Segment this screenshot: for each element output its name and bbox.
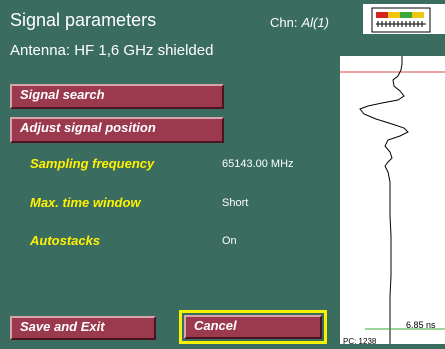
waveform-trace xyxy=(359,56,409,344)
max-time-window-label: Max. time window xyxy=(30,195,141,210)
sampling-frequency-label: Sampling frequency xyxy=(30,156,155,171)
page-title: Signal parameters xyxy=(10,10,157,30)
channel-indicator: Chn: Al(1) xyxy=(270,15,329,30)
signal-level-meter-icon xyxy=(371,7,431,33)
signal-search-button[interactable]: Signal search xyxy=(10,84,224,109)
save-and-exit-button[interactable]: Save and Exit xyxy=(10,316,156,340)
position-counter: PC: 1238 xyxy=(343,337,377,346)
autostacks-label: Autostacks xyxy=(30,233,101,248)
autostacks-value[interactable]: On xyxy=(222,235,237,247)
signal-parameters-screen: Signal parameters Chn: Al(1) Antenna: HF … xyxy=(0,0,445,346)
time-label: 6.85 ns xyxy=(406,320,436,330)
channel-value: Al(1) xyxy=(301,15,329,30)
channel-label: Chn: xyxy=(270,15,298,30)
antenna-info: Antenna: HF 1,6 GHz shielded xyxy=(10,42,214,59)
max-time-window-value[interactable]: Short xyxy=(222,197,248,209)
cancel-button[interactable]: Cancel xyxy=(184,315,322,339)
signal-trace-panel[interactable] xyxy=(340,56,445,344)
sampling-frequency-value[interactable]: 65143.00 MHz xyxy=(222,158,294,170)
signal-waveform xyxy=(340,56,445,344)
signal-level-indicator xyxy=(363,4,445,34)
adjust-signal-position-button[interactable]: Adjust signal position xyxy=(10,117,224,143)
